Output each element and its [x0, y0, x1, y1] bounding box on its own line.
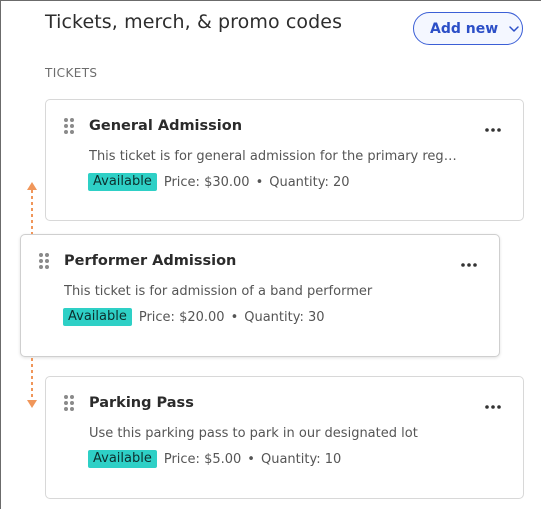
meta-separator: • [247, 451, 255, 467]
ticket-card[interactable]: Parking Pass Use this parking pass to pa… [45, 376, 524, 499]
ticket-quantity: Quantity: 20 [269, 174, 350, 190]
drag-handle-icon[interactable] [63, 117, 75, 135]
status-badge: Available [88, 450, 157, 468]
ticket-description: Use this parking pass to park in our des… [89, 426, 418, 441]
ticket-description: This ticket is for general admission for… [89, 149, 457, 164]
ticket-price: Price: $20.00 [138, 309, 225, 325]
more-horizontal-icon[interactable] [485, 128, 501, 132]
add-new-label: Add new [430, 20, 499, 37]
meta-separator: • [230, 309, 239, 325]
ticket-name: General Admission [89, 118, 243, 134]
ticket-name: Performer Admission [64, 253, 237, 269]
ticket-price: Price: $30.00 [163, 174, 250, 190]
ticket-meta: Available Price: $5.00 • Quantity: 10 [88, 450, 341, 468]
ticket-description: This ticket is for admission of a band p… [64, 284, 373, 299]
drag-up-arrow-icon [27, 182, 37, 234]
status-badge: Available [63, 308, 132, 326]
ticket-meta: Available Price: $30.00 • Quantity: 20 [88, 173, 350, 191]
drag-handle-icon[interactable] [38, 252, 50, 270]
ticket-quantity: Quantity: 10 [260, 451, 342, 467]
ticket-price: Price: $5.00 [163, 451, 242, 467]
meta-separator: • [255, 174, 264, 190]
ticket-quantity: Quantity: 30 [244, 309, 325, 325]
drag-down-arrow-icon [27, 358, 37, 408]
status-badge: Available [88, 173, 157, 191]
more-horizontal-icon[interactable] [461, 263, 477, 267]
ticket-card[interactable]: General Admission This ticket is for gen… [45, 99, 524, 221]
ticket-name: Parking Pass [89, 395, 194, 411]
section-label-tickets: TICKETS [45, 66, 98, 80]
drag-handle-icon[interactable] [63, 394, 75, 412]
ticket-card-dragging[interactable]: Performer Admission This ticket is for a… [20, 234, 500, 357]
ticket-meta: Available Price: $20.00 • Quantity: 30 [63, 308, 325, 326]
page-title: Tickets, merch, & promo codes [45, 11, 343, 33]
add-new-button[interactable]: Add new [413, 12, 523, 45]
more-horizontal-icon[interactable] [485, 405, 501, 409]
chevron-down-icon [509, 25, 519, 32]
